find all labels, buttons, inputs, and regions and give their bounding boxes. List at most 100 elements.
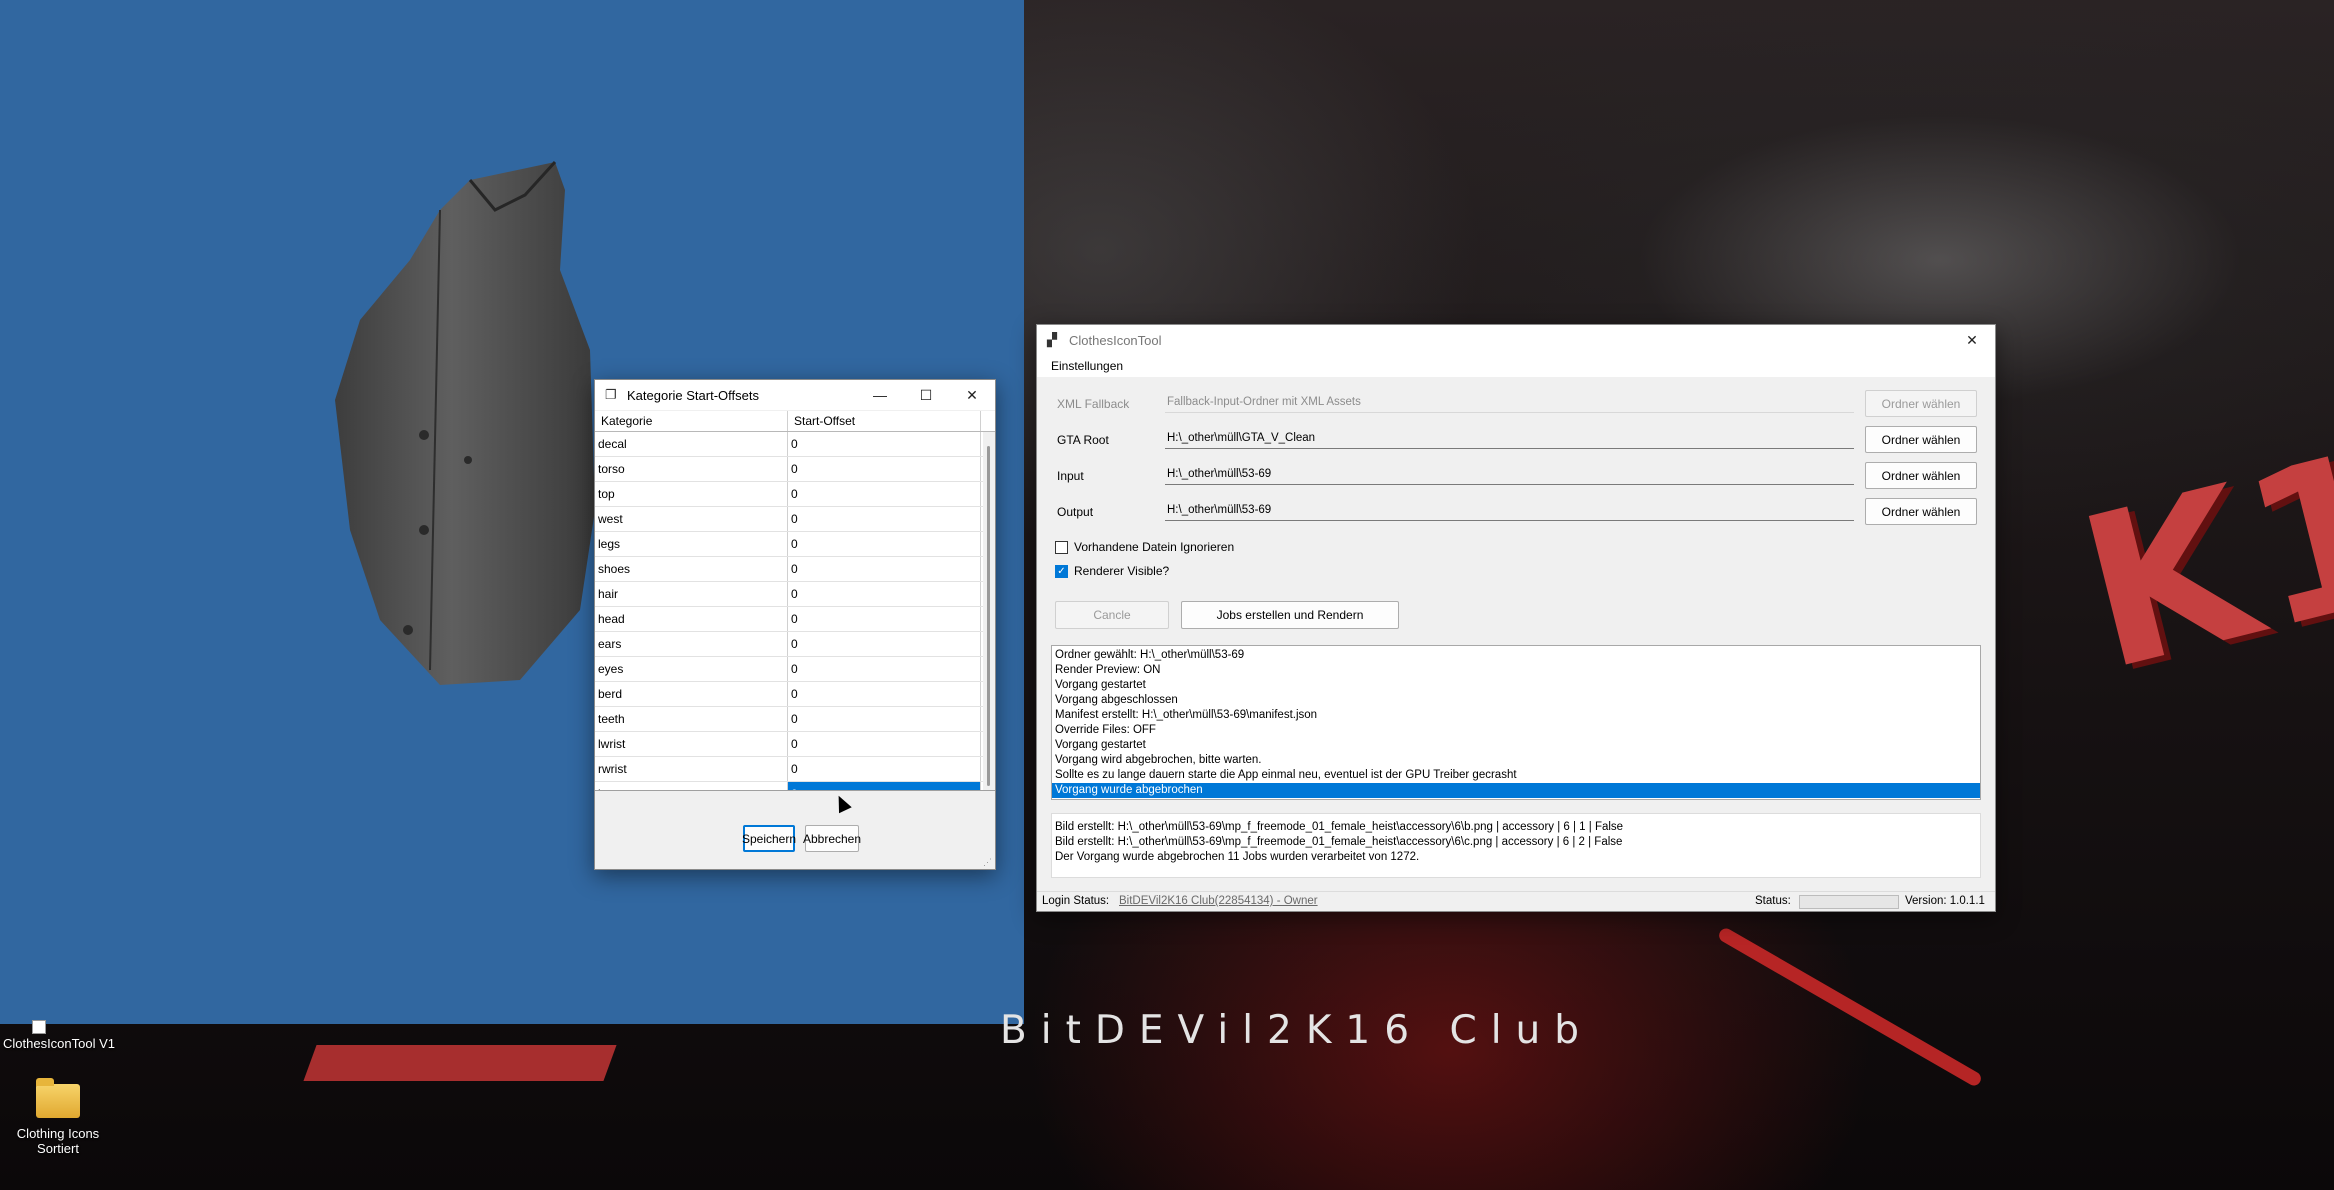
kategorie-cell[interactable]: torso bbox=[595, 457, 788, 481]
column-header-start-offset[interactable]: Start-Offset bbox=[788, 411, 981, 431]
scrollbar-thumb[interactable] bbox=[987, 446, 990, 786]
start-offset-cell[interactable]: 0 bbox=[788, 557, 981, 581]
start-offset-cell[interactable]: 0 bbox=[788, 532, 981, 556]
shirt-preview-image bbox=[335, 160, 595, 685]
category-offsets-dialog: ❐ Kategorie Start-Offsets — ☐ ✕ Kategori… bbox=[594, 379, 996, 870]
list-item[interactable]: Vorgang gestartet bbox=[1052, 678, 1980, 693]
list-item[interactable]: Ordner gewählt: H:\_other\müll\53-69 bbox=[1052, 648, 1980, 663]
cancel-job-button[interactable]: Cancle bbox=[1055, 601, 1169, 629]
table-row[interactable]: ears 0 bbox=[595, 632, 995, 657]
list-item[interactable]: Render Preview: ON bbox=[1052, 663, 1980, 678]
output-label: Output bbox=[1057, 505, 1094, 519]
renderer-visible-checkbox[interactable]: ✓ bbox=[1055, 565, 1068, 578]
list-item[interactable]: Override Files: OFF bbox=[1052, 723, 1980, 738]
gta-root-choose-button[interactable]: Ordner wählen bbox=[1865, 426, 1977, 453]
dialog-titlebar: ❐ Kategorie Start-Offsets — ☐ ✕ bbox=[595, 380, 995, 410]
kategorie-cell[interactable]: head bbox=[595, 607, 788, 631]
start-offset-cell[interactable]: 0 bbox=[788, 507, 981, 531]
list-item[interactable]: Manifest erstellt: H:\_other\müll\53-69\… bbox=[1052, 708, 1980, 723]
list-item[interactable]: Vorgang wurde abgebrochen bbox=[1052, 783, 1980, 798]
table-row[interactable]: rwrist 0 bbox=[595, 757, 995, 782]
table-row[interactable]: torso 0 bbox=[595, 457, 995, 482]
start-offset-cell[interactable]: 0 bbox=[788, 782, 981, 790]
kategorie-cell[interactable]: berd bbox=[595, 682, 788, 706]
start-offset-cell[interactable]: 0 bbox=[788, 682, 981, 706]
table-row[interactable]: shoes 0 bbox=[595, 557, 995, 582]
table-row[interactable]: hair 0 bbox=[595, 582, 995, 607]
table-row[interactable]: decal 0 bbox=[595, 432, 995, 457]
start-offset-cell[interactable]: 0 bbox=[788, 657, 981, 681]
xml-fallback-field[interactable]: Fallback-Input-Ordner mit XML Assets bbox=[1165, 393, 1854, 413]
list-item[interactable]: Vorgang abgeschlossen bbox=[1052, 693, 1980, 708]
kategorie-cell[interactable]: ears bbox=[595, 632, 788, 656]
table-row[interactable]: bag0 bbox=[595, 782, 995, 790]
ignore-existing-label: Vorhandene Datein Ignorieren bbox=[1074, 540, 1235, 554]
start-offset-cell[interactable]: 0 bbox=[788, 707, 981, 731]
gta-root-field[interactable]: H:\_other\müll\GTA_V_Clean bbox=[1165, 429, 1854, 449]
start-offset-cell[interactable]: 0 bbox=[788, 482, 981, 506]
table-row[interactable]: lwrist 0 bbox=[595, 732, 995, 757]
list-item[interactable]: Vorgang gestartet bbox=[1052, 738, 1980, 753]
table-row[interactable]: legs 0 bbox=[595, 532, 995, 557]
start-offset-cell[interactable]: 0 bbox=[788, 757, 981, 781]
gta-root-label: GTA Root bbox=[1057, 433, 1109, 447]
event-log-list[interactable]: Ordner gewählt: H:\_other\müll\53-69 Rend… bbox=[1051, 645, 1981, 800]
output-field[interactable]: H:\_other\müll\53-69 bbox=[1165, 501, 1854, 521]
kategorie-cell[interactable]: top bbox=[595, 482, 788, 506]
grid-scrollbar[interactable] bbox=[983, 432, 995, 790]
clothesicontool-window: ▞ ClothesIconTool ✕ Einstellungen XML Fa… bbox=[1036, 324, 1996, 912]
start-offset-cell[interactable]: 0 bbox=[788, 607, 981, 631]
login-status-link[interactable]: BitDEVil2K16 Club(22854134) - Owner bbox=[1119, 895, 1318, 907]
kategorie-cell[interactable]: hair bbox=[595, 582, 788, 606]
table-row[interactable]: teeth 0 bbox=[595, 707, 995, 732]
start-offset-cell[interactable]: 0 bbox=[788, 632, 981, 656]
create-jobs-render-button[interactable]: Jobs erstellen und Rendern bbox=[1181, 601, 1399, 629]
kategorie-cell[interactable]: teeth bbox=[595, 707, 788, 731]
list-item[interactable]: Vorgang wird abgebrochen, bitte warten. bbox=[1052, 753, 1980, 768]
maximize-icon[interactable]: ☐ bbox=[903, 380, 949, 410]
table-row[interactable]: berd 0 bbox=[595, 682, 995, 707]
list-item[interactable]: Sollte es zu lange dauern starte die App… bbox=[1052, 768, 1980, 783]
output-line: Der Vorgang wurde abgebrochen 11 Jobs wu… bbox=[1055, 851, 1420, 863]
close-icon[interactable]: ✕ bbox=[949, 380, 995, 410]
table-row[interactable]: head 0 bbox=[595, 607, 995, 632]
menu-einstellungen[interactable]: Einstellungen bbox=[1051, 359, 1123, 373]
cancel-button[interactable]: Abbrechen bbox=[803, 825, 861, 852]
output-choose-button[interactable]: Ordner wählen bbox=[1865, 498, 1977, 525]
desktop-icon-clothesicontool[interactable]: ClothesIconTool V1 bbox=[0, 1036, 118, 1051]
kategorie-cell[interactable]: legs bbox=[595, 532, 788, 556]
start-offset-cell[interactable]: 0 bbox=[788, 432, 981, 456]
input-field[interactable]: H:\_other\müll\53-69 bbox=[1165, 465, 1854, 485]
table-row[interactable]: eyes 0 bbox=[595, 657, 995, 682]
kategorie-cell[interactable]: decal bbox=[595, 432, 788, 456]
save-button[interactable]: Speichern bbox=[742, 825, 796, 852]
close-icon[interactable]: ✕ bbox=[1949, 325, 1995, 355]
offsets-grid[interactable]: Kategorie Start-Offset decal 0 torso 0 top 0 w… bbox=[595, 411, 995, 791]
xml-fallback-choose-button[interactable]: Ordner wählen bbox=[1865, 390, 1977, 417]
start-offset-cell[interactable]: 0 bbox=[788, 457, 981, 481]
table-row[interactable]: west 0 bbox=[595, 507, 995, 532]
xml-fallback-label: XML Fallback bbox=[1057, 397, 1130, 411]
kategorie-cell[interactable]: rwrist bbox=[595, 757, 788, 781]
kategorie-cell[interactable]: eyes bbox=[595, 657, 788, 681]
kategorie-cell[interactable]: bag bbox=[595, 782, 788, 790]
grid-header: Kategorie Start-Offset bbox=[595, 411, 995, 432]
output-log-textbox[interactable]: Bild erstellt: H:\_other\müll\53-69\mp_f… bbox=[1051, 813, 1981, 878]
kategorie-cell[interactable]: shoes bbox=[595, 557, 788, 581]
start-offset-cell[interactable]: 0 bbox=[788, 582, 981, 606]
status-bar: Login Status: BitDEVil2K16 Club(22854134… bbox=[1037, 891, 1995, 911]
desktop-icon-label: Clothing Icons Sortiert bbox=[16, 1126, 100, 1156]
minimize-icon[interactable]: — bbox=[857, 380, 903, 410]
resize-grip-icon[interactable]: ⋰ bbox=[983, 857, 993, 867]
kategorie-cell[interactable]: lwrist bbox=[595, 732, 788, 756]
column-header-kategorie[interactable]: Kategorie bbox=[595, 411, 788, 431]
grid-body: decal 0 torso 0 top 0 west 0 legs 0 shoes 0 hair 0 hea… bbox=[595, 432, 995, 790]
ignore-existing-checkbox[interactable] bbox=[1055, 541, 1068, 554]
kategorie-cell[interactable]: west bbox=[595, 507, 788, 531]
desktop-icon-clothing-icons-folder[interactable]: Clothing Icons Sortiert bbox=[6, 1078, 110, 1156]
input-choose-button[interactable]: Ordner wählen bbox=[1865, 462, 1977, 489]
start-offset-cell[interactable]: 0 bbox=[788, 732, 981, 756]
main-titlebar: ▞ ClothesIconTool ✕ bbox=[1037, 325, 1995, 355]
table-row[interactable]: top 0 bbox=[595, 482, 995, 507]
output-line: Bild erstellt: H:\_other\müll\53-69\mp_f… bbox=[1055, 821, 1624, 833]
